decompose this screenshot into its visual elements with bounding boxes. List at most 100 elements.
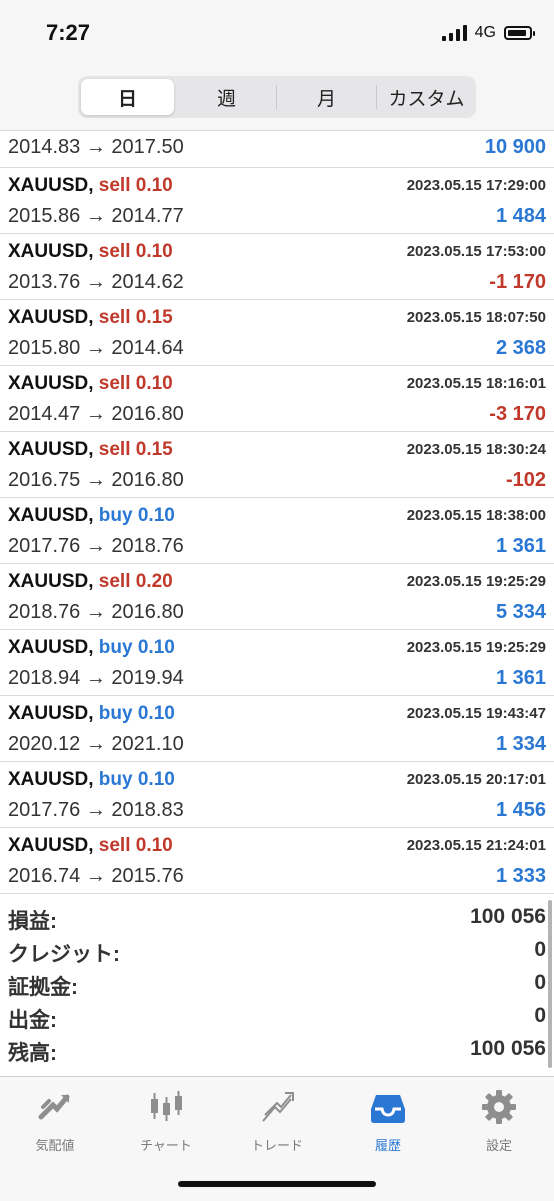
deal-row[interactable]: XAUUSD, sell 0.15 2023.05.15 18:30:24 2016… xyxy=(0,432,554,498)
summary-row: 証拠金: 0 xyxy=(0,967,554,1000)
deal-prices: 2016.75 → 2016.80 xyxy=(8,469,184,491)
deal-direction-volume: sell 0.10 xyxy=(98,241,173,262)
deal-profit: 5 334 xyxy=(495,601,546,623)
deal-symbol: XAUUSD, sell 0.10 xyxy=(8,241,173,263)
period-segmented-control: 日 週 月 カスタム xyxy=(78,76,476,118)
deal-time: 2023.05.15 18:07:50 xyxy=(406,309,546,326)
deal-direction-volume: buy 0.10 xyxy=(98,703,175,724)
deal-prices: 2014.83 → 2017.50 xyxy=(8,136,184,158)
summary-value: 100 056 xyxy=(470,905,546,928)
deal-symbol-name: XAUUSD, xyxy=(8,835,94,856)
deal-direction-volume: sell 0.15 xyxy=(98,439,173,460)
deal-profit: 1 333 xyxy=(495,865,546,887)
summary-label: 証拠金: xyxy=(8,976,78,999)
tab-history[interactable]: 履歴 xyxy=(338,1087,438,1154)
tab-month[interactable]: 月 xyxy=(280,79,373,115)
summary-row: 出金: 0 xyxy=(0,1000,554,1033)
deal-time: 2023.05.15 21:24:01 xyxy=(406,837,546,854)
deal-symbol: XAUUSD, sell 0.15 xyxy=(8,307,173,329)
deal-symbol: XAUUSD, buy 0.10 xyxy=(8,505,175,527)
deal-profit: 1 361 xyxy=(495,667,546,689)
deal-profit: 1 484 xyxy=(495,205,546,227)
deal-symbol: XAUUSD, sell 0.10 xyxy=(8,373,173,395)
battery-icon xyxy=(504,26,535,40)
tab-trade-label: トレード xyxy=(250,1138,303,1153)
deal-symbol-name: XAUUSD, xyxy=(8,769,94,790)
deal-prices: 2014.47 → 2016.80 xyxy=(8,403,184,425)
deal-time: 2023.05.15 19:25:29 xyxy=(406,573,546,590)
home-indicator xyxy=(178,1181,376,1187)
deal-time: 2023.05.15 18:38:00 xyxy=(406,507,546,524)
deal-time: 2023.05.15 17:53:00 xyxy=(406,243,546,260)
chart-icon xyxy=(151,1091,182,1121)
tab-settings[interactable]: 設定 xyxy=(449,1087,549,1154)
deal-symbol: XAUUSD, buy 0.10 xyxy=(8,769,175,791)
deal-prices: 2013.76 → 2014.62 xyxy=(8,271,184,293)
deal-symbol-name: XAUUSD, xyxy=(8,439,94,460)
deal-profit: -102 xyxy=(505,469,546,491)
deal-symbol: XAUUSD, sell 0.10 xyxy=(8,175,173,197)
deal-row[interactable]: XAUUSD, buy 0.10 2023.05.15 19:43:47 2020.… xyxy=(0,696,554,762)
tab-week[interactable]: 週 xyxy=(180,79,273,115)
deal-prices: 2015.80 → 2014.64 xyxy=(8,337,184,359)
network-type: 4G xyxy=(474,24,496,41)
deal-profit: -3 170 xyxy=(489,403,546,425)
deal-row[interactable]: XAUUSD, sell 0.10 2023.05.15 21:24:01 2016… xyxy=(0,828,554,894)
deal-symbol: XAUUSD, sell 0.20 xyxy=(8,571,173,593)
deal-row[interactable]: XAUUSD, sell 0.15 2023.05.15 18:07:50 2015… xyxy=(0,300,554,366)
tab-quotes[interactable]: 気配値 xyxy=(5,1087,105,1154)
deal-row[interactable]: XAUUSD, buy 0.10 2023.05.15 20:17:01 2017.… xyxy=(0,762,554,828)
tab-settings-label: 設定 xyxy=(485,1138,512,1153)
signal-icon xyxy=(441,25,467,41)
deal-profit: 1 361 xyxy=(495,535,546,557)
deal-row[interactable]: XAUUSD, sell 0.20 2023.05.15 19:25:29 2018… xyxy=(0,564,554,630)
status-time: 7:27 xyxy=(46,20,91,45)
deal-direction-volume: buy 0.10 xyxy=(98,769,175,790)
deal-row[interactable]: XAUUSD, buy 0.10 2023.05.15 19:25:29 2018.… xyxy=(0,630,554,696)
summary-label: 出金: xyxy=(8,1009,57,1032)
deal-prices: 2018.94 → 2019.94 xyxy=(8,667,184,689)
summary-row: 残高: 100 056 xyxy=(0,1033,554,1066)
deal-direction-volume: sell 0.10 xyxy=(98,835,173,856)
deal-row[interactable]: 2014.83 → 2017.50 10 900 xyxy=(0,131,554,168)
deal-symbol: XAUUSD, buy 0.10 xyxy=(8,637,175,659)
tab-history-label: 履歴 xyxy=(374,1138,401,1153)
deal-prices: 2016.74 → 2015.76 xyxy=(8,865,184,887)
deal-profit: 1 334 xyxy=(495,733,546,755)
deal-symbol-name: XAUUSD, xyxy=(8,175,94,196)
deal-row[interactable]: XAUUSD, buy 0.10 2023.05.15 18:38:00 2017.… xyxy=(0,498,554,564)
deal-prices: 2018.76 → 2016.80 xyxy=(8,601,184,623)
deal-symbol: XAUUSD, sell 0.10 xyxy=(8,835,173,857)
deal-direction-volume: sell 0.20 xyxy=(98,571,173,592)
tab-trade[interactable]: トレード xyxy=(227,1087,327,1154)
deal-profit: 10 900 xyxy=(484,136,546,158)
deal-direction-volume: sell 0.10 xyxy=(98,373,173,394)
deal-prices: 2015.86 → 2014.77 xyxy=(8,205,184,227)
settings-icon xyxy=(482,1090,516,1124)
deal-symbol-name: XAUUSD, xyxy=(8,307,94,328)
trade-icon xyxy=(262,1092,294,1122)
summary-label: クレジット: xyxy=(8,943,120,966)
deal-direction-volume: sell 0.15 xyxy=(98,307,173,328)
deal-symbol: XAUUSD, sell 0.15 xyxy=(8,439,173,461)
tab-chart[interactable]: チャート xyxy=(116,1087,216,1154)
deal-profit: 2 368 xyxy=(495,337,546,359)
deal-symbol-name: XAUUSD, xyxy=(8,637,94,658)
deal-profit: 1 456 xyxy=(495,799,546,821)
summary-value: 0 xyxy=(534,938,546,961)
tab-day[interactable]: 日 xyxy=(81,79,174,115)
summary-value: 100 056 xyxy=(470,1037,546,1060)
deal-direction-volume: buy 0.10 xyxy=(98,505,175,526)
deal-row[interactable]: XAUUSD, sell 0.10 2023.05.15 18:16:01 2014… xyxy=(0,366,554,432)
status-indicators: 4G xyxy=(441,24,535,42)
tab-chart-label: チャート xyxy=(140,1138,192,1153)
deal-profit: -1 170 xyxy=(489,271,546,293)
tab-custom[interactable]: カスタム xyxy=(380,79,473,115)
deal-row[interactable]: XAUUSD, sell 0.10 2023.05.15 17:53:00 2013… xyxy=(0,234,554,300)
quotes-icon xyxy=(38,1094,70,1120)
deal-time: 2023.05.15 19:43:47 xyxy=(406,705,546,722)
deal-time: 2023.05.15 17:29:00 xyxy=(406,177,546,194)
deal-symbol-name: XAUUSD, xyxy=(8,505,94,526)
deal-history-list[interactable]: 2014.83 → 2017.50 10 900 XAUUSD, sell 0.… xyxy=(0,131,554,894)
deal-row[interactable]: XAUUSD, sell 0.10 2023.05.15 17:29:00 2015… xyxy=(0,168,554,234)
